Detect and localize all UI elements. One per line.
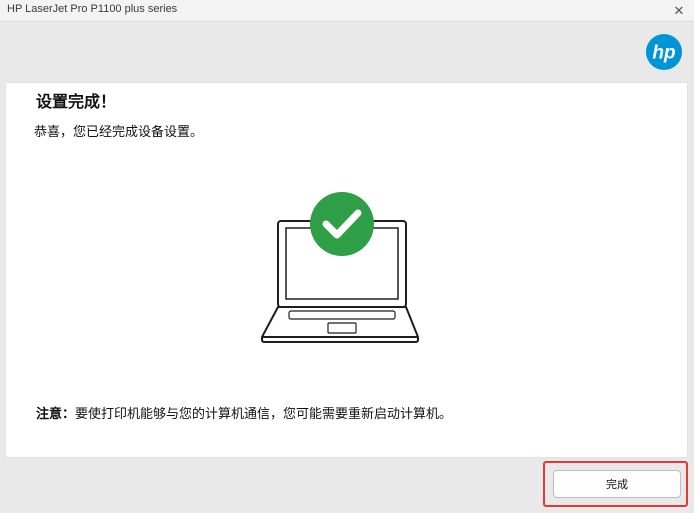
- restart-note: 注意：要使打印机能够与您的计算机通信，您可能需要重新启动计算机。: [36, 403, 452, 422]
- close-button[interactable]: ✕: [664, 0, 694, 22]
- title-bar: HP LaserJet Pro P1100 plus series ✕: [0, 0, 694, 22]
- page-title: 设置完成！: [36, 92, 117, 111]
- window-title: HP LaserJet Pro P1100 plus series: [7, 3, 178, 15]
- check-circle-icon: [310, 192, 374, 256]
- hp-logo-text: hp: [652, 43, 675, 64]
- hp-logo-icon: hp: [645, 33, 683, 71]
- note-label: 注意：: [36, 407, 76, 422]
- note-text: 要使打印机能够与您的计算机通信，您可能需要重新启动计算机。: [75, 407, 453, 422]
- setup-complete-illustration: [261, 192, 419, 343]
- finish-button[interactable]: 完成: [553, 470, 681, 498]
- congrats-message: 恭喜，您已经完成设备设置。: [34, 125, 204, 140]
- content-panel: 设置完成！ 恭喜，您已经完成设备设置。 注意：要使打印机能够与您的计算机通信，您…: [5, 82, 688, 458]
- close-icon: ✕: [673, 3, 685, 19]
